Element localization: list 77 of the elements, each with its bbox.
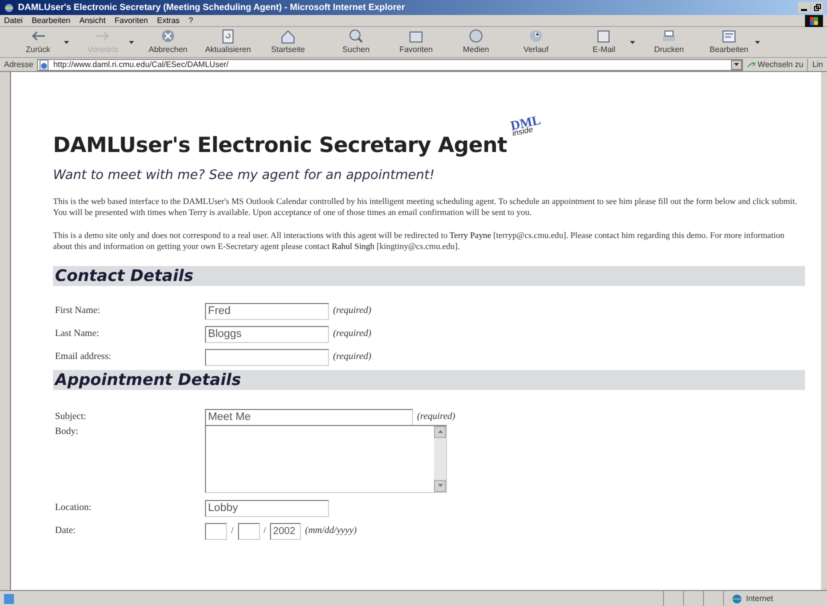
text-area[interactable] xyxy=(205,424,447,492)
browser-icon xyxy=(4,2,14,12)
page-subtitle: Want to meet with me? See my agent for an appointment! xyxy=(53,167,436,185)
caret-icon xyxy=(129,40,134,44)
menu-item[interactable]: Ansicht xyxy=(79,14,106,26)
section-header: Contact Details xyxy=(53,266,805,286)
caret-icon xyxy=(755,40,760,44)
intro-paragraph: This is a demo site only and does not correspond to a real user. All interactions with this agent will be redirected to Terry Payne [terryp@cs.cmu.edu]. Please contact him regarding this demo. For more information about this and information on getting your own E-Secretary agent please contact Rahul Singh [kingtiny@cs.cmu.edu]. xyxy=(53,230,786,252)
date-separator: / xyxy=(264,524,266,538)
field-label: Last Name: xyxy=(55,328,100,341)
maximize-button[interactable] xyxy=(811,2,823,13)
field-label: Location: xyxy=(55,502,92,515)
address-label: Adresse xyxy=(4,58,34,70)
search-icon xyxy=(347,28,365,44)
text-field[interactable]: Bloggs xyxy=(205,326,329,342)
section-header: Appointment Details xyxy=(53,370,805,390)
toolbar-button[interactable]: Aktualisieren xyxy=(202,28,254,56)
required-note: (required) xyxy=(333,328,372,341)
home-icon xyxy=(279,28,297,44)
toolbar-button[interactable]: Zurück xyxy=(12,28,69,56)
required-note: (mm/dd/yyyy) xyxy=(305,524,357,538)
restore-icon xyxy=(814,4,820,11)
caret-icon xyxy=(734,63,739,66)
field-label: First Name: xyxy=(55,304,102,318)
date-field[interactable] xyxy=(238,522,260,540)
toolbar-button[interactable]: Suchen xyxy=(330,28,382,56)
toolbar-button[interactable]: E-Mail xyxy=(578,28,635,56)
toolbar-button[interactable]: Favoriten xyxy=(390,28,442,56)
down-arrow-icon xyxy=(438,484,442,487)
date-field[interactable] xyxy=(205,522,227,540)
required-note: (required) xyxy=(417,410,456,424)
toolbar-button[interactable]: Bearbeiten xyxy=(703,28,760,56)
contact-link[interactable]: Terry Payne xyxy=(450,230,492,240)
menu-item[interactable]: Datei xyxy=(4,14,23,26)
required-note: (required) xyxy=(333,304,372,318)
up-arrow-icon xyxy=(438,430,442,433)
text-field[interactable]: Meet Me xyxy=(205,408,413,426)
address-field[interactable]: http://www.daml.ri.cmu.edu/Cal/ESec/DAMLUser/ xyxy=(37,58,743,70)
field-label: Body: xyxy=(55,426,80,438)
scrollbar[interactable] xyxy=(434,426,446,492)
toolbar-button[interactable]: Startseite xyxy=(262,28,314,56)
text-field[interactable]: Lobby xyxy=(205,500,329,516)
arrow-icon xyxy=(746,60,756,68)
caret-icon xyxy=(64,40,69,44)
document-icon xyxy=(720,28,738,44)
date-field[interactable]: 2002 xyxy=(270,522,302,540)
text-field[interactable] xyxy=(205,348,329,366)
menu-item[interactable]: Favoriten xyxy=(114,14,148,26)
clock-icon xyxy=(527,28,545,44)
minimize-icon xyxy=(801,9,807,11)
toolbar-button[interactable]: Medien xyxy=(450,28,502,56)
page-heading: DAMLUser's Electronic Secretary Agent xyxy=(53,132,507,159)
links-label: Lin xyxy=(807,58,823,70)
dropdown-button[interactable] xyxy=(730,60,742,70)
field-label: Date: xyxy=(55,524,77,538)
menu-item[interactable]: Extras xyxy=(156,14,180,26)
date-separator: / xyxy=(231,524,234,538)
intro-paragraph: This is the web based interface to the DAMLUser's MS Outlook Calendar controlled by his intelligent meeting scheduling agent. To schedule an appointment to see him please fill out the form below and click submit. You will be presented with times when Terry is available. Upon acceptance of one of those times an email confirmation will be sent to you. xyxy=(53,196,798,218)
minimize-button[interactable] xyxy=(798,2,810,13)
go-button[interactable]: Wechseln zu xyxy=(746,58,804,70)
window-title: DAMLUser's Electronic Secretary (Meeting Scheduling Agent) - Microsoft Internet Explorer xyxy=(18,0,405,14)
caret-icon xyxy=(630,40,635,44)
toolbar-button[interactable]: Abbrechen xyxy=(142,28,194,56)
field-label: Email address: xyxy=(55,350,112,364)
stop-icon xyxy=(159,28,177,44)
logo: DML inside xyxy=(509,113,543,138)
zone-label: Internet xyxy=(746,592,774,604)
menu-item[interactable]: ? xyxy=(188,14,194,26)
toolbar-button[interactable]: Verlauf xyxy=(510,28,562,56)
menu-item[interactable]: Bearbeiten xyxy=(32,14,70,26)
windows-logo-icon xyxy=(805,14,823,26)
toolbar-button[interactable]: Drucken xyxy=(643,28,695,56)
contact-link[interactable]: Rahul Singh xyxy=(332,240,374,250)
required-note: (required) xyxy=(333,350,372,364)
printer-icon xyxy=(660,28,678,44)
field-label: Subject: xyxy=(55,410,88,424)
text-field[interactable]: Fred xyxy=(205,302,329,320)
